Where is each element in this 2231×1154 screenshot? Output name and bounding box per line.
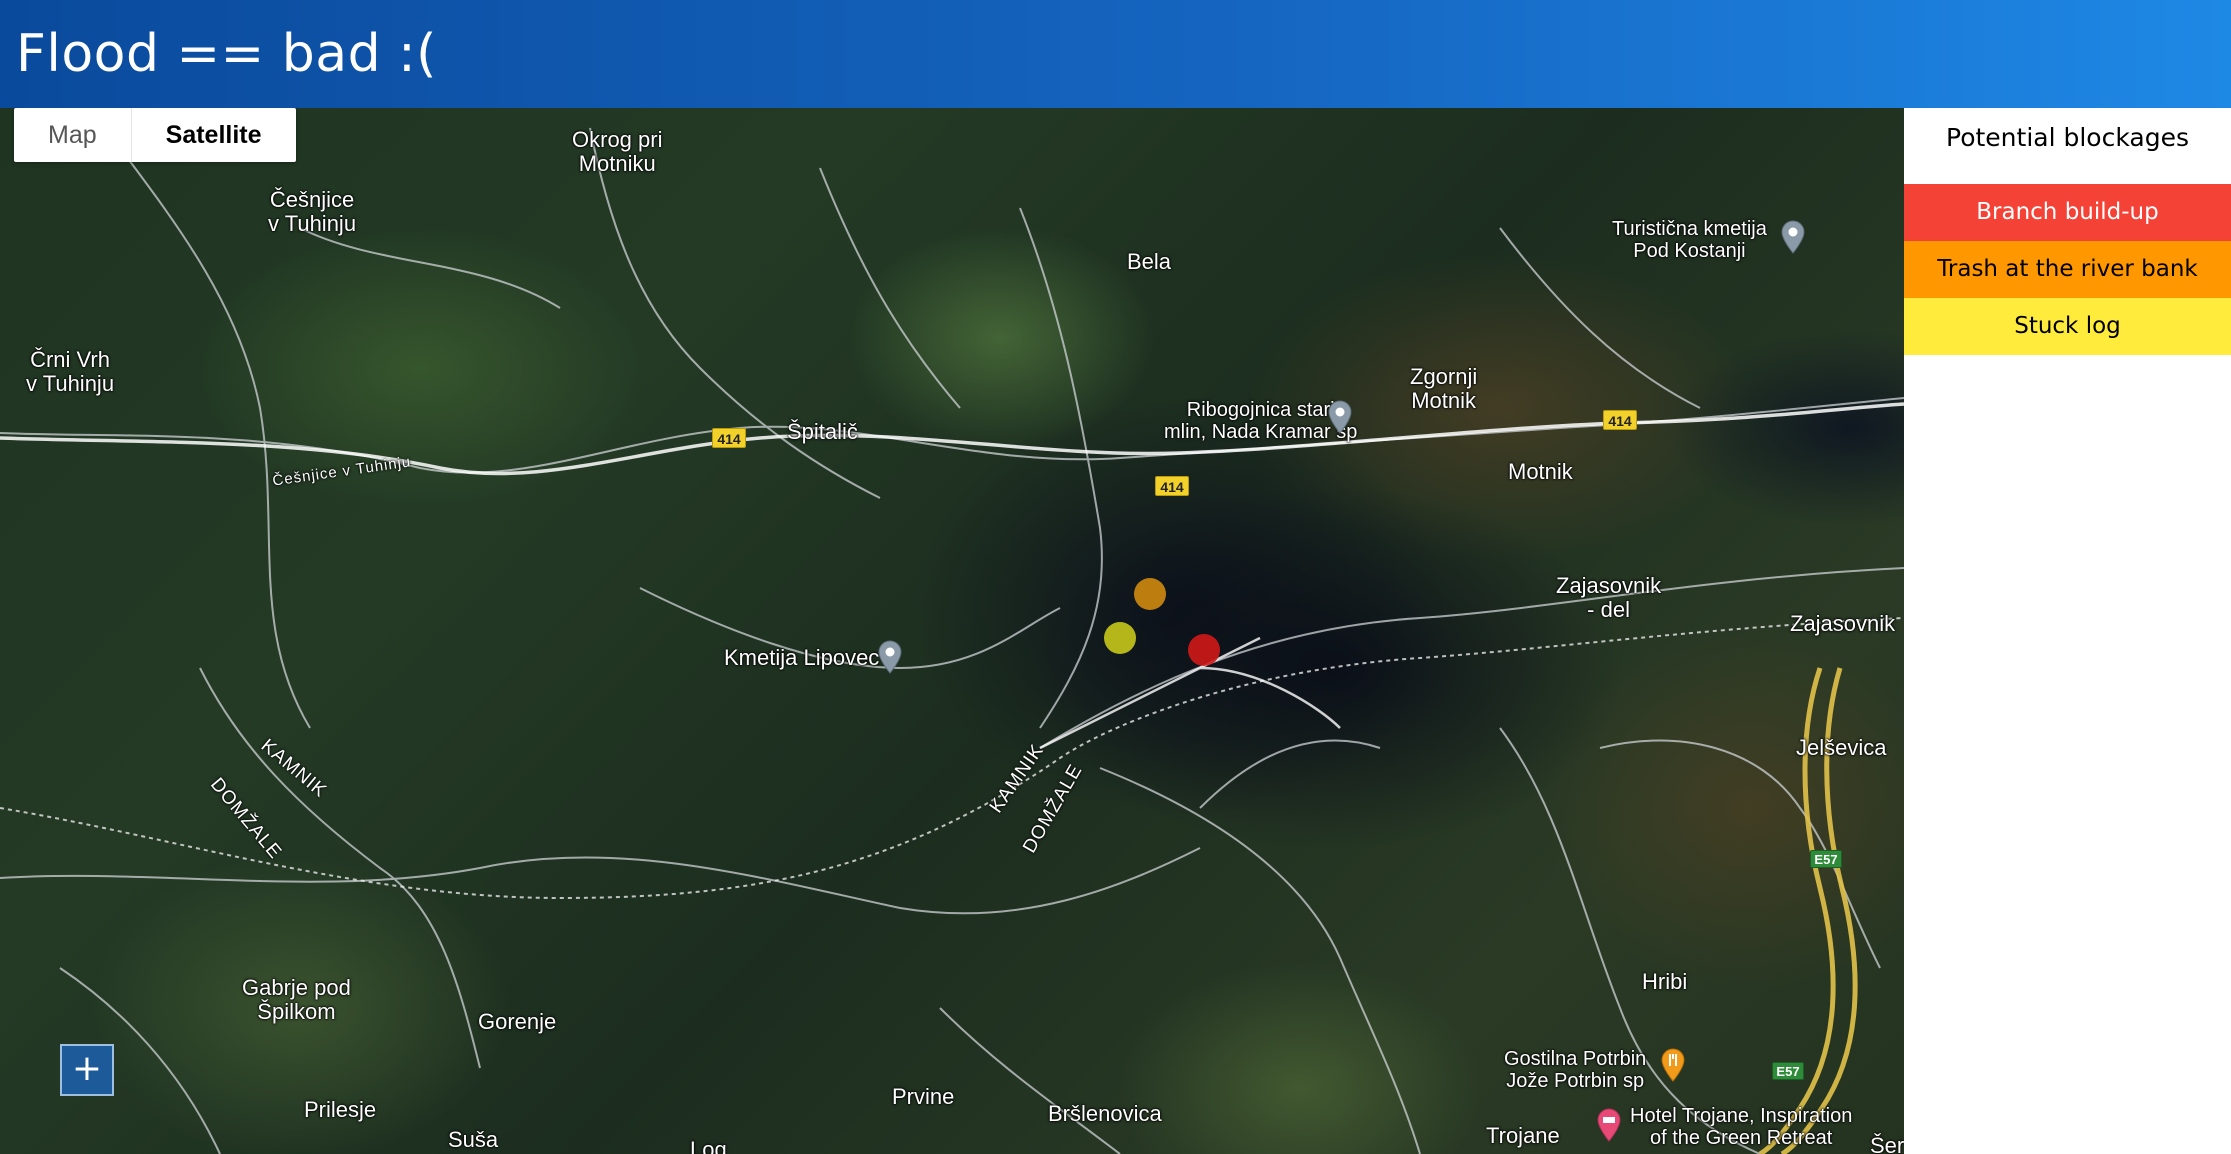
app-header: Flood == bad :( bbox=[0, 0, 2231, 108]
place-label: Log bbox=[690, 1137, 727, 1154]
panel-title: Potential blockages bbox=[1946, 123, 2189, 152]
legend-item-stuck-log[interactable]: Stuck log bbox=[1904, 298, 2231, 355]
place-label: Črni Vrh v Tuhinju bbox=[26, 347, 115, 396]
legend-item-branch-build-up[interactable]: Branch build-up bbox=[1904, 184, 2231, 241]
road-414-shield: 414 bbox=[712, 428, 746, 448]
place-label: Gostilna Potrbin Jože Potrbin sp bbox=[1504, 1048, 1647, 1092]
map-pin-icon[interactable] bbox=[1327, 400, 1353, 434]
restaurant-pin-icon[interactable] bbox=[1660, 1048, 1686, 1082]
map-type-control: Map Satellite bbox=[14, 108, 296, 162]
place-label: Motnik bbox=[1508, 459, 1573, 484]
place-label: Kmetija Lipovec bbox=[724, 645, 880, 670]
place-label: Jelševica bbox=[1796, 735, 1887, 760]
place-label: Šer bbox=[1870, 1133, 1904, 1154]
blockage-marker-branch[interactable] bbox=[1188, 634, 1220, 666]
satellite-map[interactable]: Map Satellite Okrog pri Motniku Češnjice v… bbox=[0, 108, 1904, 1154]
road-414-shield: 414 bbox=[1603, 410, 1637, 430]
place-label: Bela bbox=[1127, 249, 1172, 274]
place-label: Turistična kmetija Pod Kostanji bbox=[1612, 218, 1767, 262]
map-type-satellite-button[interactable]: Satellite bbox=[130, 108, 296, 162]
place-label: Češnjice v Tuhinju bbox=[268, 187, 357, 236]
map-pin-icon[interactable] bbox=[877, 640, 903, 674]
place-label: Trojane bbox=[1486, 1123, 1560, 1148]
road-e57-shield: E57 bbox=[1772, 1062, 1804, 1080]
place-label: Zgornji Motnik bbox=[1410, 364, 1478, 413]
place-label: Gorenje bbox=[478, 1009, 557, 1034]
place-label: Špitalič bbox=[787, 419, 858, 444]
hotel-pin-icon[interactable] bbox=[1596, 1108, 1622, 1142]
place-label: Suša bbox=[448, 1127, 499, 1152]
place-label: Hribi bbox=[1642, 969, 1688, 994]
place-label: Zajasovnik bbox=[1790, 611, 1896, 636]
page-title: Flood == bad :( bbox=[16, 24, 437, 84]
blockage-marker-stuck-log[interactable] bbox=[1104, 622, 1136, 654]
blockage-marker-trash[interactable] bbox=[1134, 578, 1166, 610]
place-label: Bršlenovica bbox=[1048, 1101, 1162, 1126]
map-type-map-button[interactable]: Map bbox=[14, 108, 131, 162]
place-label: Okrog pri Motniku bbox=[572, 127, 663, 176]
zoom-in-button[interactable]: + bbox=[60, 1044, 114, 1096]
blockages-panel: Potential blockages Branch build-up Tras… bbox=[1904, 108, 2231, 1154]
place-label: Hotel Trojane, Inspiration of the Green R… bbox=[1630, 1105, 1853, 1149]
place-label: Prvine bbox=[892, 1084, 955, 1109]
legend-item-trash-at-river-bank[interactable]: Trash at the river bank bbox=[1904, 241, 2231, 298]
place-label: Gabrje pod Špilkom bbox=[242, 975, 351, 1024]
place-label: Prilesje bbox=[304, 1097, 377, 1122]
road-e57-shield: E57 bbox=[1810, 850, 1842, 868]
place-label: Zajasovnik - del bbox=[1556, 573, 1662, 622]
road-414-shield: 414 bbox=[1155, 476, 1189, 496]
map-pin-icon[interactable] bbox=[1780, 220, 1806, 254]
